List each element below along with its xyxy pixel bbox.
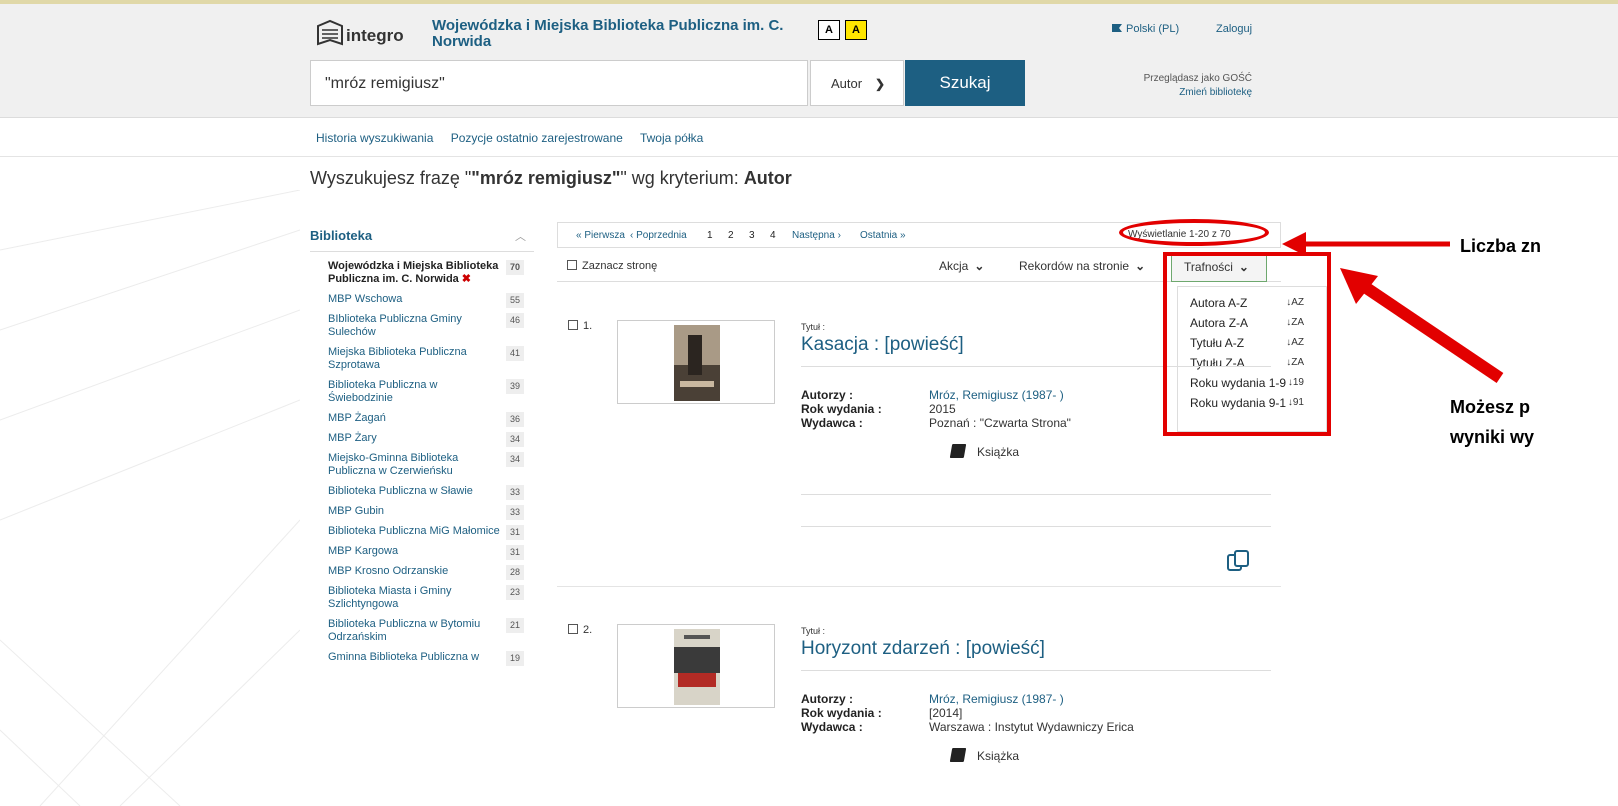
annotation-line: wyniki wy bbox=[1450, 427, 1535, 447]
annotation-line: Możesz p bbox=[1450, 397, 1531, 417]
annotation-arrows bbox=[1282, 232, 1504, 383]
annotation-sort-text: Możesz p wyniki wy bbox=[1450, 392, 1534, 452]
annotation-count-text: Liczba zn bbox=[1460, 236, 1542, 256]
